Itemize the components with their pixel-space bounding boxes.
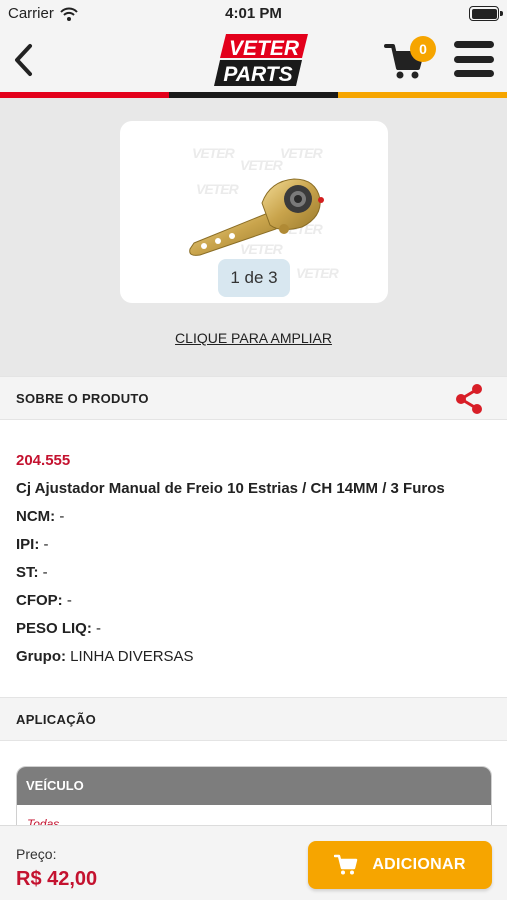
status-bar: Carrier 4:01 PM xyxy=(0,0,507,28)
product-name: Cj Ajustador Manual de Freio 10 Estrias … xyxy=(16,480,445,497)
add-button-label: ADICIONAR xyxy=(372,856,466,873)
product-photo xyxy=(189,178,324,256)
back-chevron-icon xyxy=(15,44,32,76)
image-pager: 1 de 3 xyxy=(218,259,290,297)
application-section-header: APLICAÇÃO xyxy=(0,697,507,741)
battery-icon xyxy=(469,6,503,21)
zoom-link[interactable]: CLIQUE PARA AMPLIAR xyxy=(0,330,507,346)
purchase-bar: Preço: R$ 42,00 ADICIONAR xyxy=(0,825,507,900)
spec-cfop: CFOP: - xyxy=(16,592,72,609)
about-title: SOBRE O PRODUTO xyxy=(16,391,149,406)
price-label: Preço: xyxy=(16,846,57,862)
cart-count-badge: 0 xyxy=(410,36,436,62)
cart-button[interactable]: 0 xyxy=(384,36,438,82)
product-gallery: VETER VETER VETER VETER VETER VETER VETE… xyxy=(0,98,507,376)
logo-text-top: VETER xyxy=(229,37,300,60)
vehicle-table-header: VEÍCULO xyxy=(17,767,491,805)
veter-parts-logo[interactable]: VETER PARTS xyxy=(212,32,308,88)
price-value: R$ 42,00 xyxy=(16,868,98,890)
image-carousel[interactable]: VETER VETER VETER VETER VETER VETER VETE… xyxy=(120,121,388,303)
app-header: VETER PARTS 0 xyxy=(0,28,507,92)
spec-st: ST: - xyxy=(16,564,48,581)
product-code: 204.555 xyxy=(16,452,71,469)
add-to-cart-button[interactable]: ADICIONAR xyxy=(308,841,492,889)
logo-text-bottom: PARTS xyxy=(223,63,292,86)
product-details: 204.555 Cj Ajustador Manual de Freio 10 … xyxy=(0,420,507,696)
share-button[interactable] xyxy=(452,383,486,415)
application-area: VEÍCULO Todas xyxy=(0,741,507,836)
menu-icon xyxy=(454,41,494,48)
spec-ipi: IPI: - xyxy=(16,536,49,553)
application-title: APLICAÇÃO xyxy=(16,712,96,727)
share-icon xyxy=(456,384,482,414)
spec-ncm: NCM: - xyxy=(16,508,65,525)
cart-icon xyxy=(334,854,358,875)
menu-button[interactable] xyxy=(454,41,494,77)
back-button[interactable] xyxy=(8,40,38,80)
about-section-header: SOBRE O PRODUTO xyxy=(0,376,507,420)
spec-grupo: Grupo: LINHA DIVERSAS xyxy=(16,648,194,665)
product-screen: Carrier 4:01 PM VETER PARTS 0 VETER VETE… xyxy=(0,0,507,900)
spec-peso-liq: PESO LIQ: - xyxy=(16,620,102,637)
clock: 4:01 PM xyxy=(225,5,282,22)
